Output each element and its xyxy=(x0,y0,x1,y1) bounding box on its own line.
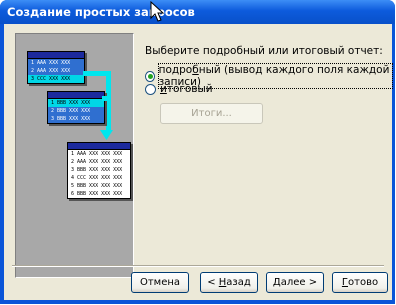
title-bar[interactable]: Создание простых запросов xyxy=(0,0,395,24)
table-row: 3 CCC XXX XXX xyxy=(28,75,84,83)
summary-radio-label[interactable]: итоговый xyxy=(160,83,213,95)
wizard-body: 1 AAA XXX XXX 2 AAA XXX XXX 3 CCC XXX XX… xyxy=(4,24,394,300)
radio-unselected-icon[interactable] xyxy=(145,83,156,95)
source-table-1: 1 AAA XXX XXX 2 AAA XXX XXX 3 CCC XXX XX… xyxy=(27,51,85,84)
window-title: Создание простых запросов xyxy=(7,5,195,19)
table-row: 5 BBB XXX XXX XXX xyxy=(71,183,123,189)
table-row: 6 BBB XXX XXX XXX xyxy=(71,191,123,197)
summary-options-button[interactable]: Итоги... xyxy=(160,103,263,124)
finish-button[interactable]: Готово xyxy=(332,272,388,293)
table-row: 1 BBB XXX XXX xyxy=(48,99,104,107)
table-row: 4 CCC XXX XXX XXX xyxy=(71,175,123,181)
cancel-button[interactable]: Отмена xyxy=(131,272,189,293)
arrow-down-icon xyxy=(100,130,113,140)
flow-arrow xyxy=(106,71,111,131)
summary-radio[interactable]: итоговый xyxy=(145,83,213,95)
flow-arrow xyxy=(102,96,111,101)
table-row: 1 AAA XXX XXX XXX xyxy=(71,151,123,157)
source-table-2: 1 BBB XXX XXX 2 BBB XXX XXX 3 BBB XXX XX… xyxy=(47,91,105,124)
footer-separator xyxy=(12,265,384,267)
result-table: 1 AAA XXX XXX XXX 2 AAA XXX XXX XXX 3 BB… xyxy=(67,142,131,199)
report-illustration: 1 AAA XXX XXX 2 AAA XXX XXX 3 CCC XXX XX… xyxy=(15,33,134,278)
table-row: 2 AAA XXX XXX XXX xyxy=(71,159,123,165)
mouse-cursor-icon xyxy=(150,1,165,22)
table-row: 1 AAA XXX XXX xyxy=(28,59,84,67)
next-button[interactable]: Далее > xyxy=(266,272,324,293)
report-type-prompt: Выберите подробный или итоговый отчет: xyxy=(145,45,383,57)
radio-selected-icon[interactable] xyxy=(145,70,155,82)
table-row: 3 BBB XXX XXX xyxy=(48,115,104,123)
table-row: 2 BBB XXX XXX xyxy=(48,107,104,115)
table-row: 3 BBB XXX XXX XXX xyxy=(71,167,123,173)
wizard-window: Создание простых запросов 1 AAA XXX XXX … xyxy=(0,0,395,304)
table-row: 2 AAA XXX XXX xyxy=(28,67,84,75)
back-button[interactable]: < Назад xyxy=(200,272,258,293)
